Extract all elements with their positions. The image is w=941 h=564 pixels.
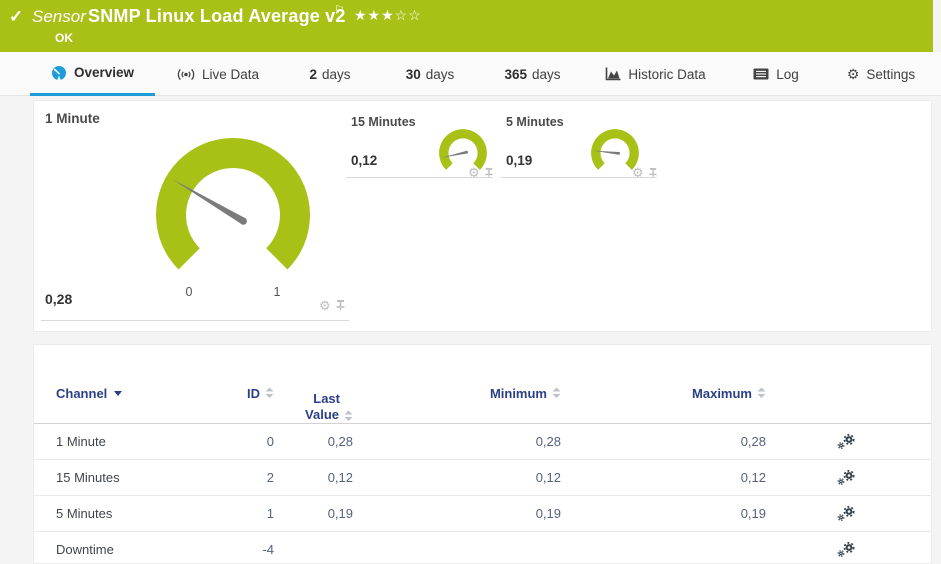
- table-row: 5 Minutes 1 0,19 0,19 0,19: [34, 496, 931, 532]
- column-header-minimum[interactable]: Minimum: [353, 386, 561, 423]
- gauges-panel: 1 Minute 0 1 0,28 ⚙ 15 Minutes 0,12 ⚙ 5 …: [33, 100, 932, 332]
- sort-icon: [552, 387, 561, 398]
- column-label: Value: [305, 407, 339, 422]
- tab-number: 2: [309, 66, 317, 82]
- channel-name[interactable]: Downtime: [56, 542, 114, 557]
- gauge-1-minute: 0 1: [133, 115, 333, 315]
- sort-icon: [344, 410, 353, 421]
- sort-icon: [757, 387, 766, 398]
- gauge-scale-max: 1: [273, 285, 281, 299]
- channel-id: 1: [266, 506, 274, 521]
- gear-icon: ⚙: [846, 65, 860, 82]
- tab-2-days[interactable]: 2 days: [295, 52, 365, 96]
- gauge-settings-icon[interactable]: ⚙: [632, 165, 644, 181]
- tab-overview[interactable]: Overview: [30, 52, 155, 96]
- table-row: 15 Minutes 2 0,12 0,12 0,12: [34, 460, 931, 496]
- tab-label: days: [321, 66, 351, 82]
- tab-number: 365: [504, 66, 527, 82]
- channels-table-panel: Channel ID Last Value Minimum Maximum 1 …: [33, 344, 932, 564]
- minimum-value: 0,12: [535, 470, 561, 485]
- column-header-actions: [766, 386, 926, 423]
- tab-label: days: [425, 66, 455, 82]
- sensor-header: ✓ Sensor SNMP Linux Load Average v2 ⚐ ★★…: [0, 0, 933, 52]
- broadcast-icon: [177, 68, 195, 80]
- gauge-settings-icon[interactable]: ⚙: [468, 165, 480, 181]
- tab-label: Historic Data: [628, 66, 706, 82]
- gauge-toolbar: ⚙: [319, 298, 346, 314]
- gauge-section-5-minutes: 5 Minutes 0,19 ⚙: [501, 109, 658, 181]
- gauge-value: 0,12: [351, 153, 378, 168]
- stars-filled: ★★★: [354, 7, 395, 23]
- table-row: Downtime -4: [34, 532, 931, 563]
- last-value: 0,19: [327, 506, 353, 521]
- gauge-section-1-minute: 1 Minute 0 1 0,28 ⚙: [41, 101, 349, 321]
- tab-bar: Overview Live Data 2 days 30 days 365 da…: [0, 52, 941, 96]
- column-label: Last: [313, 391, 340, 406]
- maximum-value: 0,28: [740, 434, 766, 449]
- flag-icon[interactable]: ⚐: [334, 3, 345, 17]
- pin-icon[interactable]: [648, 167, 658, 179]
- column-header-id[interactable]: ID: [226, 386, 274, 423]
- column-label: ID: [247, 386, 260, 401]
- gauge-toolbar: ⚙: [632, 165, 658, 181]
- gauge-title: 5 Minutes: [506, 115, 564, 129]
- last-value: 0,28: [327, 434, 353, 449]
- channel-settings-icon[interactable]: [837, 506, 855, 521]
- channel-id: 2: [266, 470, 274, 485]
- gauge-title: 1 Minute: [45, 111, 100, 126]
- column-label: Maximum: [692, 386, 752, 401]
- tab-30-days[interactable]: 30 days: [390, 52, 470, 96]
- sort-icon: [265, 387, 274, 398]
- tab-label: Overview: [73, 65, 135, 80]
- sensor-title: SNMP Linux Load Average v2: [88, 6, 346, 26]
- chart-icon: [606, 67, 621, 81]
- gauge-value: 0,28: [45, 291, 73, 307]
- tab-historic-data[interactable]: Historic Data: [598, 52, 713, 96]
- column-header-channel[interactable]: Channel: [56, 386, 226, 423]
- column-header-maximum[interactable]: Maximum: [561, 386, 766, 423]
- channel-id: -4: [262, 542, 274, 557]
- column-label: Minimum: [489, 386, 547, 401]
- status-badge: OK: [55, 31, 73, 45]
- gauge-section-15-minutes: 15 Minutes 0,12 ⚙: [346, 109, 494, 181]
- status-check-icon: ✓: [9, 7, 24, 26]
- last-value: 0,12: [327, 470, 353, 485]
- channel-name[interactable]: 15 Minutes: [56, 470, 120, 485]
- gauge-value: 0,19: [506, 153, 533, 168]
- tab-label: Settings: [866, 66, 916, 82]
- priority-stars[interactable]: ★★★☆☆: [354, 7, 422, 24]
- column-header-last-value[interactable]: Last Value: [274, 386, 353, 423]
- tab-label: days: [532, 66, 561, 82]
- gauge-scale-min: 0: [185, 285, 193, 299]
- gauge-toolbar: ⚙: [468, 165, 494, 181]
- minimum-value: 0,19: [535, 506, 561, 521]
- channel-id: 0: [266, 434, 274, 449]
- channel-settings-icon[interactable]: [837, 542, 855, 557]
- tab-settings[interactable]: ⚙ Settings: [842, 52, 920, 96]
- stars-empty: ☆☆: [394, 7, 422, 23]
- channel-name[interactable]: 5 Minutes: [56, 506, 112, 521]
- tab-log[interactable]: Log: [745, 52, 807, 96]
- tab-label: Log: [776, 66, 799, 82]
- tab-number: 30: [405, 66, 421, 82]
- maximum-value: 0,12: [740, 470, 766, 485]
- object-kind-label: Sensor: [32, 7, 86, 26]
- tab-label: Live Data: [201, 66, 260, 82]
- channel-name[interactable]: 1 Minute: [56, 434, 106, 449]
- pin-icon[interactable]: [484, 167, 494, 179]
- table-header-row: Channel ID Last Value Minimum Maximum: [34, 345, 931, 424]
- minimum-value: 0,28: [535, 434, 561, 449]
- gauge-icon: [51, 65, 66, 81]
- channel-settings-icon[interactable]: [837, 434, 855, 449]
- gauge-settings-icon[interactable]: ⚙: [319, 298, 331, 314]
- sort-desc-icon: [114, 391, 123, 396]
- channel-settings-icon[interactable]: [837, 470, 855, 485]
- maximum-value: 0,19: [740, 506, 766, 521]
- column-label: Channel: [56, 386, 108, 401]
- tab-365-days[interactable]: 365 days: [490, 52, 575, 96]
- log-icon: [753, 68, 769, 80]
- table-row: 1 Minute 0 0,28 0,28 0,28: [34, 424, 931, 460]
- pin-icon[interactable]: [335, 300, 346, 312]
- gauge-title: 15 Minutes: [351, 115, 416, 129]
